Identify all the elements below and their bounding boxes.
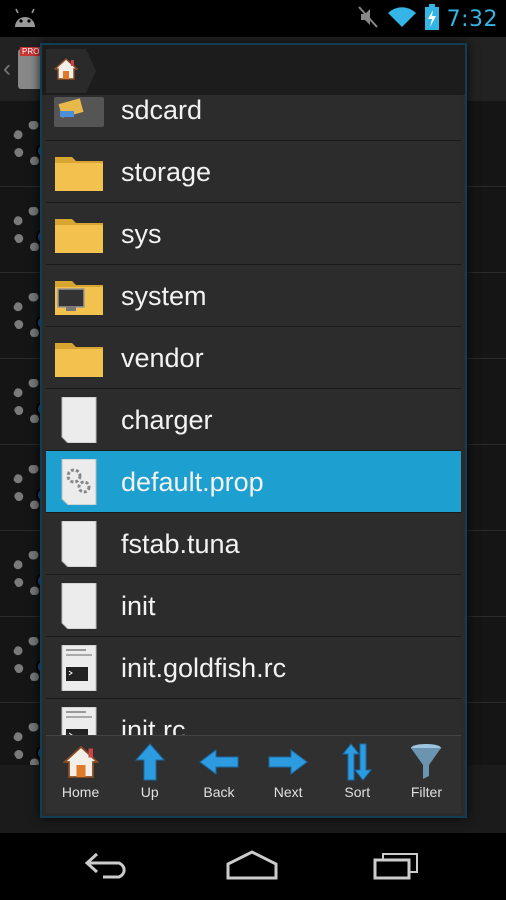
- android-icon: [12, 7, 38, 34]
- file-row[interactable]: init.goldfish.rc: [46, 637, 461, 699]
- home-icon: [53, 57, 79, 86]
- sdcard-icon: [54, 95, 104, 133]
- arrow-up-icon: [130, 742, 170, 782]
- file-row[interactable]: charger: [46, 389, 461, 451]
- nav-recent-apps-button[interactable]: [366, 849, 426, 885]
- up-label: Up: [140, 784, 159, 800]
- up-chevron-icon: ‹: [3, 55, 11, 82]
- next-button[interactable]: Next: [254, 736, 323, 813]
- battery-charging-icon: [424, 3, 439, 35]
- file-name: storage: [121, 157, 212, 187]
- dialog-toolbar: Home Up Back Next Sort Filter: [46, 735, 461, 813]
- file-row[interactable]: fstab.tuna: [46, 513, 461, 575]
- file-name: sdcard: [121, 95, 203, 125]
- home-button[interactable]: Home: [46, 736, 115, 813]
- wifi-icon: [387, 5, 417, 34]
- back-icon: [83, 851, 133, 884]
- filter-icon: [406, 742, 446, 782]
- file-icon: [54, 520, 104, 568]
- folder-icon: [54, 149, 104, 195]
- file-icon: [54, 396, 104, 444]
- script-file-icon: [54, 644, 104, 692]
- system-folder-icon: [54, 273, 104, 319]
- sort-label: Sort: [344, 784, 371, 800]
- file-name: system: [121, 281, 207, 311]
- filter-label: Filter: [410, 784, 442, 800]
- file-row[interactable]: sdcard: [46, 95, 461, 141]
- file-name: vendor: [121, 343, 204, 373]
- file-row[interactable]: init.rc: [46, 699, 461, 735]
- breadcrumb-separator: [86, 49, 96, 93]
- file-name: charger: [121, 405, 213, 435]
- navigation-bar: [0, 833, 506, 900]
- folder-icon: [54, 211, 104, 257]
- settings-file-icon: [54, 458, 104, 506]
- file-name: default.prop: [121, 467, 264, 497]
- file-row[interactable]: system: [46, 265, 461, 327]
- sort-button[interactable]: Sort: [323, 736, 392, 813]
- file-list[interactable]: sdcard storage sys system vendor charger…: [46, 95, 461, 735]
- arrow-left-icon: [199, 742, 239, 782]
- script-file-icon: [54, 706, 104, 735]
- file-icon: [54, 582, 104, 630]
- file-row[interactable]: vendor: [46, 327, 461, 389]
- next-label: Next: [273, 784, 303, 800]
- nav-home-button[interactable]: [222, 849, 282, 885]
- home-icon: [61, 742, 101, 782]
- file-name: fstab.tuna: [121, 529, 240, 559]
- recent-apps-icon: [371, 850, 421, 885]
- filter-button[interactable]: Filter: [392, 736, 461, 813]
- file-name: sys: [121, 219, 162, 249]
- file-row-selected[interactable]: default.prop: [46, 451, 461, 513]
- file-row[interactable]: sys: [46, 203, 461, 265]
- breadcrumb-home[interactable]: [46, 49, 86, 93]
- up-button[interactable]: Up: [115, 736, 184, 813]
- file-picker-dialog: sdcard storage sys system vendor charger…: [40, 43, 467, 818]
- back-button[interactable]: Back: [184, 736, 253, 813]
- status-bar: 7:32: [0, 0, 506, 37]
- file-name: init.goldfish.rc: [121, 653, 287, 683]
- arrow-right-icon: [268, 742, 308, 782]
- breadcrumb: [42, 45, 465, 95]
- nav-back-button[interactable]: [78, 849, 138, 885]
- home-icon: [224, 849, 280, 885]
- back-label: Back: [203, 784, 235, 800]
- sort-icon: [337, 742, 377, 782]
- file-row[interactable]: init: [46, 575, 461, 637]
- file-row[interactable]: storage: [46, 141, 461, 203]
- file-name: init.rc: [121, 715, 186, 735]
- folder-icon: [54, 335, 104, 381]
- mute-icon: [357, 5, 379, 34]
- home-label: Home: [61, 784, 100, 800]
- clock: 7:32: [446, 6, 498, 32]
- file-name: init: [121, 591, 156, 621]
